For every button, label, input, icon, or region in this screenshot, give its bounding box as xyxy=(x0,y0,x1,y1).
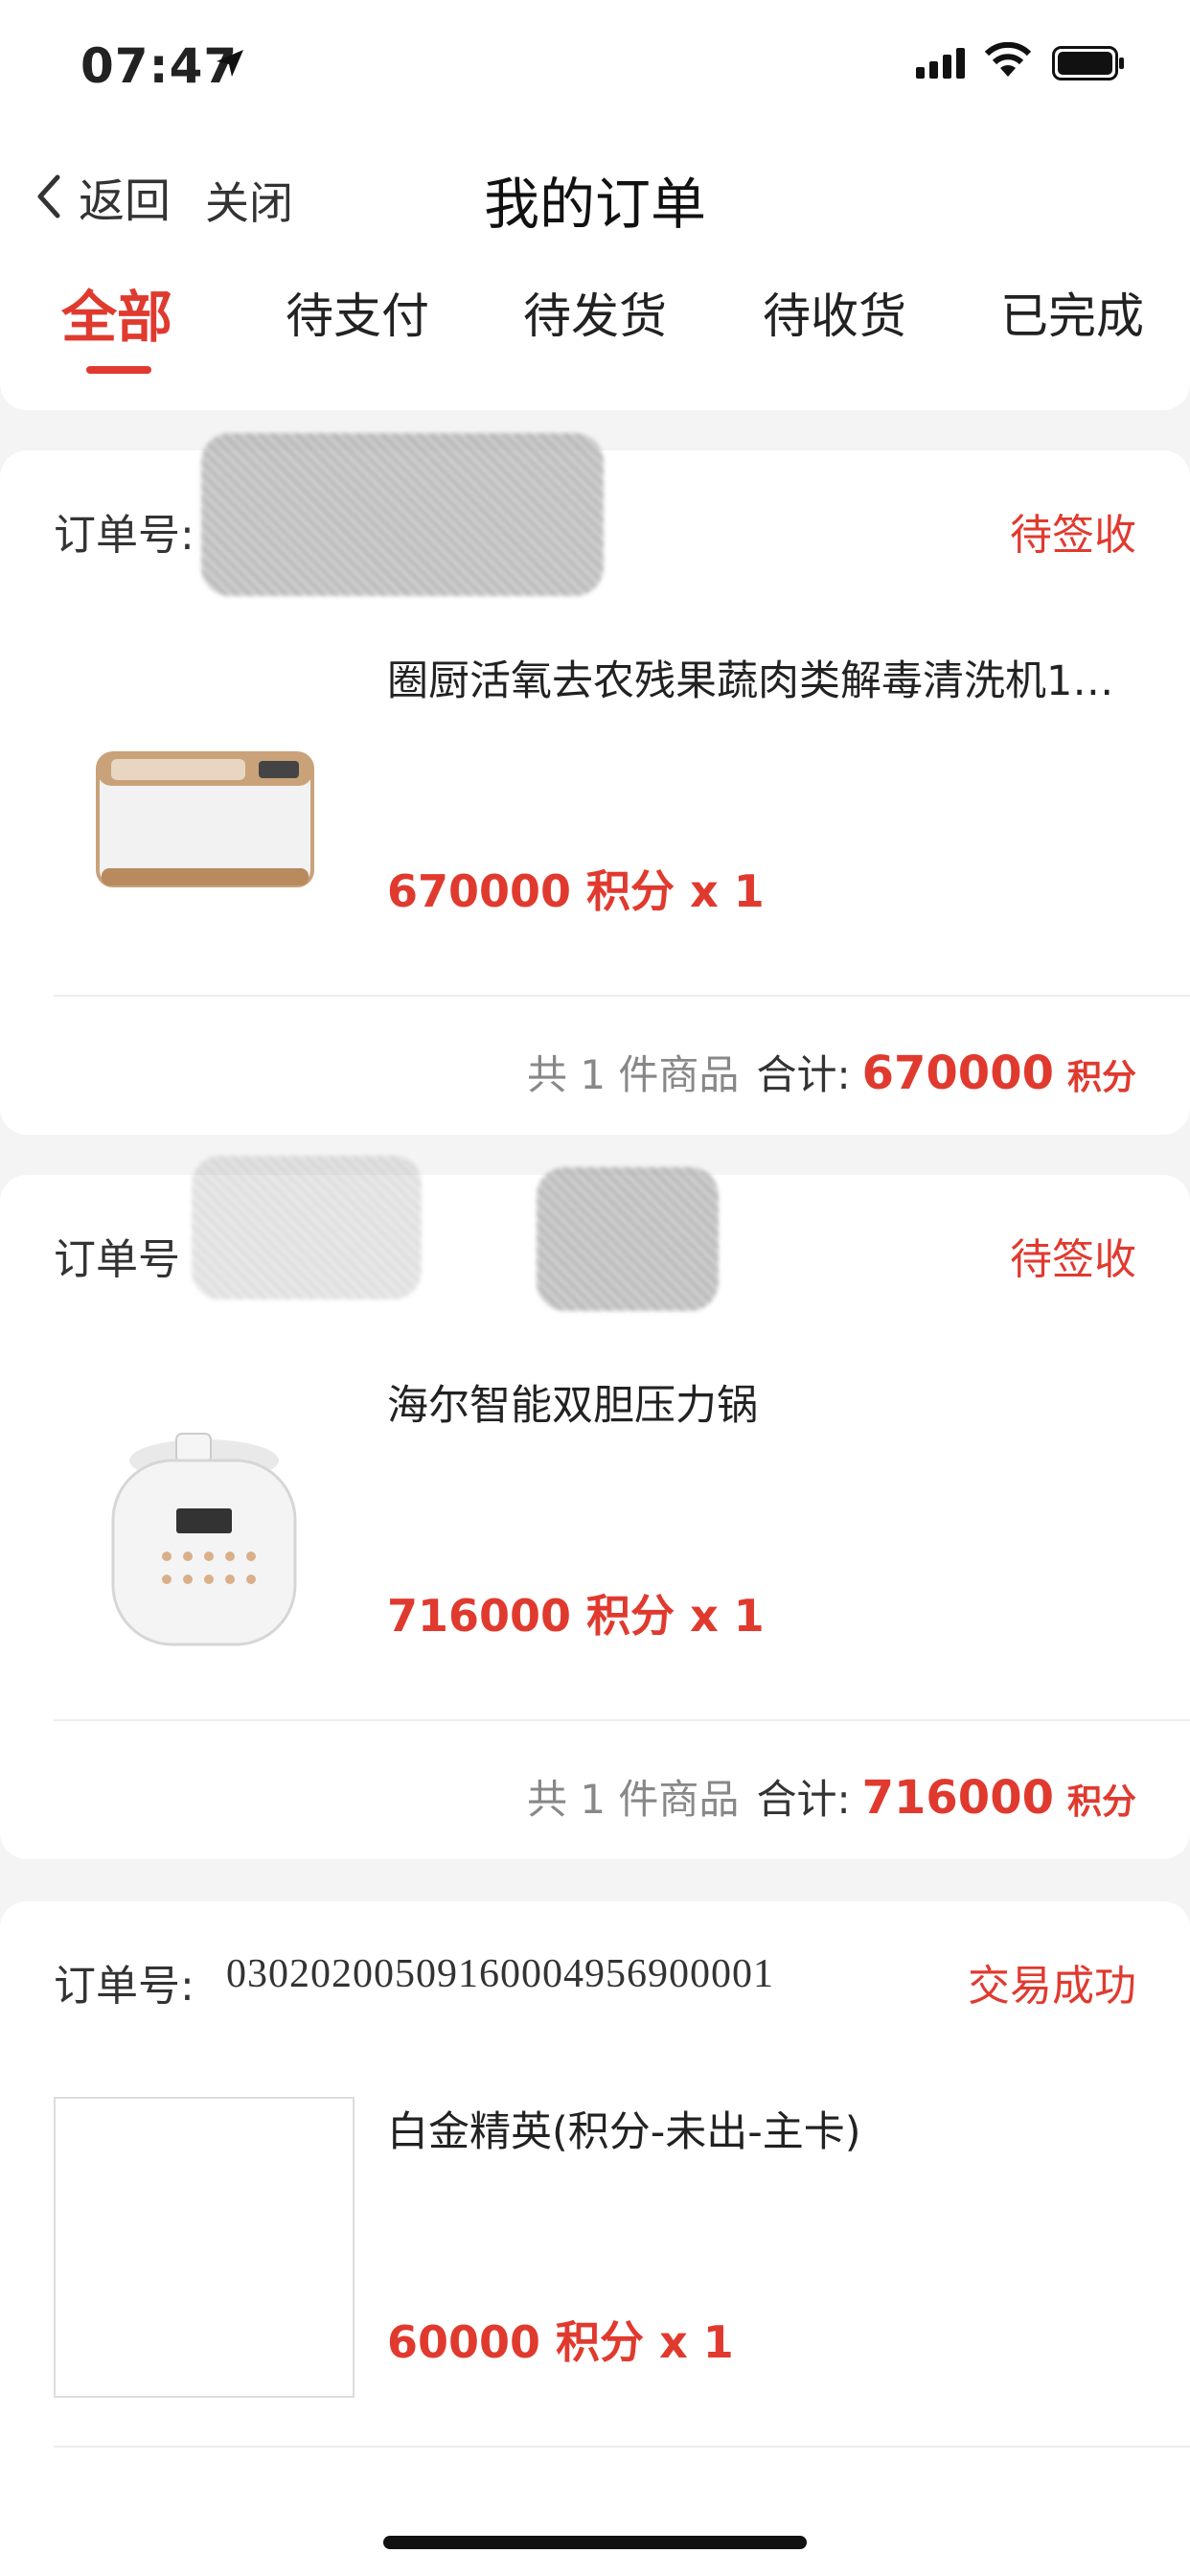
order-card[interactable]: 订单号: 待签收 圈厨活氧去农残果蔬肉类解毒清洗机1… 670000 积分 x … xyxy=(0,433,1190,1135)
product-price: 670000 积分 x 1 xyxy=(387,865,765,917)
tab-pending-receipt[interactable]: 待收货 xyxy=(763,278,906,347)
product-image[interactable] xyxy=(54,671,355,972)
total-label: 合计: xyxy=(756,1776,851,1823)
tab-pending-payment[interactable]: 待支付 xyxy=(286,278,429,347)
order-card[interactable]: 订单号 待签收 海尔智能双胆压力锅 716000 积分 x 1 共 1 件商品 … xyxy=(0,1156,1190,1859)
order-status: 交易成功 xyxy=(968,1962,1136,2011)
product-price: 60000 积分 x 1 xyxy=(387,2316,734,2368)
divider xyxy=(54,2446,1190,2448)
product-image[interactable] xyxy=(54,1393,355,1694)
home-indicator xyxy=(383,2536,807,2549)
order-number-label: 订单号: xyxy=(54,1962,195,2011)
order-card[interactable]: 订单号: 03020200509160004956900001 交易成功 白金精… xyxy=(0,1901,1190,2576)
product-name[interactable]: 白金精英(积分-未出-主卡) xyxy=(387,2099,1134,2158)
divider xyxy=(54,995,1190,997)
tab-pending-shipment[interactable]: 待发货 xyxy=(523,278,667,347)
redacted-order-number xyxy=(192,1156,422,1300)
product-image[interactable] xyxy=(54,2097,355,2398)
total-value: 670000 xyxy=(861,1046,1054,1100)
battery-icon xyxy=(1052,46,1124,80)
order-number: 03020200509160004956900001 xyxy=(226,1952,774,1996)
item-count: 共 1 件商品 xyxy=(527,1051,740,1098)
page-title: 我的订单 xyxy=(483,172,706,237)
order-summary: 共 1 件商品 合计: 670000 积分 xyxy=(527,1043,1136,1101)
total-unit: 积分 xyxy=(1066,1058,1136,1097)
order-status: 待签收 xyxy=(1010,1235,1136,1284)
product-name[interactable]: 圈厨活氧去农残果蔬肉类解毒清洗机1… xyxy=(387,648,1134,707)
location-arrow-icon xyxy=(217,50,243,77)
total-value: 716000 xyxy=(861,1771,1054,1825)
order-number-label: 订单号: xyxy=(54,511,195,560)
divider xyxy=(54,1719,1190,1721)
status-bar: 07:47 xyxy=(0,0,1190,130)
tab-all[interactable]: 全部 xyxy=(61,272,172,353)
order-status: 待签收 xyxy=(1010,511,1136,560)
item-count: 共 1 件商品 xyxy=(527,1776,740,1823)
active-tab-indicator xyxy=(86,366,151,374)
order-summary: 共 1 件商品 合计: 716000 积分 xyxy=(527,1767,1136,1826)
tab-completed[interactable]: 已完成 xyxy=(1000,278,1144,347)
order-number-label: 订单号 xyxy=(54,1235,180,1284)
total-label: 合计: xyxy=(756,1051,851,1098)
redacted-order-number xyxy=(201,433,604,596)
total-unit: 积分 xyxy=(1066,1782,1136,1822)
product-price: 716000 积分 x 1 xyxy=(387,1590,765,1642)
redacted-order-number xyxy=(537,1167,719,1311)
product-name[interactable]: 海尔智能双胆压力锅 xyxy=(387,1372,1134,1432)
wifi-icon xyxy=(984,42,1032,77)
cellular-signal-icon xyxy=(916,48,965,79)
